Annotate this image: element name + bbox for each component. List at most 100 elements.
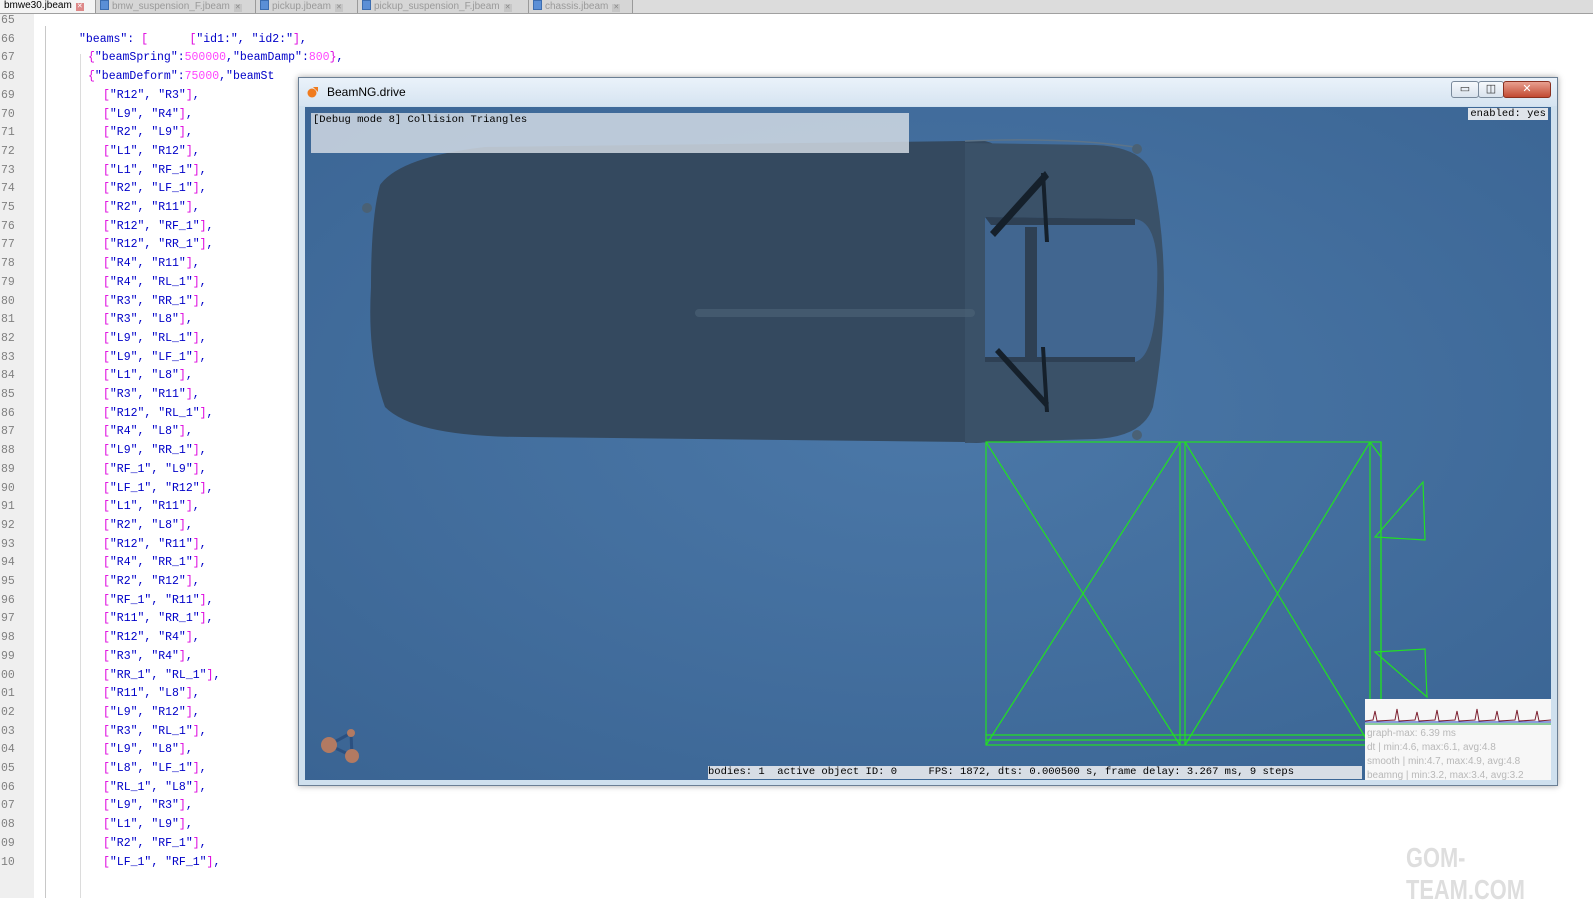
code-text: ["R4", "RL_1"], xyxy=(103,275,207,289)
code-line[interactable]: 07 ["L9", "R3"], xyxy=(0,799,1593,818)
code-line[interactable]: 09 ["R2", "RF_1"], xyxy=(0,837,1593,856)
code-text: ["R12", "R3"], xyxy=(103,88,200,102)
line-number: 86 xyxy=(1,406,15,420)
close-button[interactable]: ✕ xyxy=(1503,81,1551,98)
code-text: ["R4", "L8"], xyxy=(103,425,193,439)
code-text: ["L1", "RF_1"], xyxy=(103,163,207,177)
tab-bmw-suspension[interactable]: bmw_suspension_F.jbeam ✕ xyxy=(96,0,256,13)
code-text: ["R11", "RR_1"], xyxy=(103,612,214,626)
tab-label: bmw_suspension_F.jbeam xyxy=(112,1,230,12)
document-icon xyxy=(362,0,371,10)
line-number: 91 xyxy=(1,500,15,514)
line-number: 73 xyxy=(1,163,15,177)
line-number: 69 xyxy=(1,88,15,102)
code-text: {"beamSpring":500000,"beamDamp":800}, xyxy=(88,51,344,65)
document-icon xyxy=(533,0,542,10)
line-number: 02 xyxy=(1,705,15,719)
code-text: ["L1", "R12"], xyxy=(103,144,200,158)
code-text: ["R3", "RR_1"], xyxy=(103,294,207,308)
document-icon xyxy=(260,0,269,10)
code-text: ["L9", "LF_1"], xyxy=(103,350,207,364)
line-number: 94 xyxy=(1,556,15,570)
code-text: ["L9", "RR_1"], xyxy=(103,444,207,458)
line-number: 88 xyxy=(1,444,15,458)
perf-graph-lines xyxy=(1365,708,1551,725)
code-text: ["R12", "RL_1"], xyxy=(103,406,214,420)
code-text: ["R2", "L8"], xyxy=(103,518,193,532)
line-number: 71 xyxy=(1,126,15,140)
minimize-button[interactable]: ▭ xyxy=(1451,81,1479,98)
beamng-window[interactable]: BeamNG.drive ▭ ◫ ✕ [Debug mode 8] Collis… xyxy=(298,77,1558,786)
code-line[interactable]: 10 ["LF_1", "RF_1"], xyxy=(0,856,1593,875)
code-text: ["L9", "RL_1"], xyxy=(103,331,207,345)
line-number: 07 xyxy=(1,799,15,813)
window-title: BeamNG.drive xyxy=(327,85,406,99)
line-number: 97 xyxy=(1,612,15,626)
enabled-indicator: enabled: yes xyxy=(1468,108,1548,120)
line-number: 93 xyxy=(1,537,15,551)
code-text: ["RL_1", "L8"], xyxy=(103,780,207,794)
close-icon[interactable]: ✕ xyxy=(334,4,343,12)
line-number: 00 xyxy=(1,668,15,682)
maximize-button[interactable]: ◫ xyxy=(1478,81,1504,98)
line-number: 67 xyxy=(1,51,15,65)
window-titlebar[interactable]: BeamNG.drive ▭ ◫ ✕ xyxy=(299,78,1557,106)
debug-mode-text: [Debug mode 8] Collision Triangles xyxy=(313,114,528,126)
code-text: ["R3", "R11"], xyxy=(103,388,200,401)
code-text: ["L1", "L8"], xyxy=(103,369,193,383)
code-line[interactable]: 65 xyxy=(0,14,1593,33)
tab-label: chassis.jbeam xyxy=(545,1,609,12)
close-icon[interactable]: ✕ xyxy=(75,3,84,11)
line-number: 89 xyxy=(1,462,15,476)
line-number: 80 xyxy=(1,294,15,308)
line-number: 70 xyxy=(1,107,15,121)
line-number: 72 xyxy=(1,144,15,158)
line-number: 82 xyxy=(1,331,15,345)
close-icon[interactable]: ✕ xyxy=(233,4,242,12)
status-bar: bodies: 1 active object ID: 0 FPS: 1872,… xyxy=(708,766,1362,779)
tab-chassis[interactable]: chassis.jbeam ✕ xyxy=(529,0,633,13)
tab-label: bmwe30.jbeam xyxy=(4,0,72,11)
line-number: 74 xyxy=(1,182,15,196)
watermark: GOM-TEAM.COM xyxy=(1406,842,1525,905)
code-line[interactable]: 67 {"beamSpring":500000,"beamDamp":800}, xyxy=(0,51,1593,70)
tab-pickup-suspension[interactable]: pickup_suspension_F.jbeam ✕ xyxy=(358,0,529,13)
line-number: 68 xyxy=(1,70,15,84)
code-line[interactable]: 08 ["L1", "L9"], xyxy=(0,818,1593,837)
close-icon[interactable]: ✕ xyxy=(612,4,621,12)
car-body xyxy=(370,140,1006,443)
line-number: 98 xyxy=(1,631,15,645)
line-number: 03 xyxy=(1,724,15,738)
beamng-logo-icon xyxy=(307,87,318,98)
code-text: ["L8", "LF_1"], xyxy=(103,762,207,775)
code-text: ["R3", "L8"], xyxy=(103,313,193,327)
code-text: ["RF_1", "R11"], xyxy=(103,593,214,607)
code-text: ["R2", "RF_1"], xyxy=(103,836,207,850)
line-number: 95 xyxy=(1,575,15,588)
game-viewport[interactable]: [Debug mode 8] Collision Triangles enabl… xyxy=(305,107,1551,780)
code-line[interactable]: 66 "beams": [ ["id1:", "id2:"], xyxy=(0,33,1593,52)
close-icon[interactable]: ✕ xyxy=(503,4,512,12)
tab-bmwe30[interactable]: bmwe30.jbeam ✕ xyxy=(0,0,96,13)
line-number: 78 xyxy=(1,257,15,271)
line-number: 76 xyxy=(1,219,15,233)
code-text: ["R2", "R12"], xyxy=(103,575,200,588)
line-number: 01 xyxy=(1,687,15,701)
line-number: 84 xyxy=(1,369,15,383)
code-text: {"beamDeform":75000,"beamSt xyxy=(88,70,275,84)
line-number: 96 xyxy=(1,593,15,607)
code-text: ["R4", "R11"], xyxy=(103,257,200,271)
line-number: 08 xyxy=(1,818,15,832)
code-text: "beams": [ ["id1:", "id2:"], xyxy=(79,32,307,46)
document-icon xyxy=(100,0,109,10)
line-number: 05 xyxy=(1,762,15,775)
code-text: ["L9", "R3"], xyxy=(103,799,193,813)
line-number: 87 xyxy=(1,425,15,439)
line-number: 75 xyxy=(1,201,15,214)
perf-graph-max: graph-max: 6.39 ms xyxy=(1367,728,1456,739)
code-text: ["R2", "LF_1"], xyxy=(103,182,207,196)
line-number: 77 xyxy=(1,238,15,252)
debug-mode-panel: [Debug mode 8] Collision Triangles xyxy=(311,113,909,153)
code-text: ["L1", "L9"], xyxy=(103,818,193,832)
tab-pickup[interactable]: pickup.jbeam ✕ xyxy=(256,0,358,13)
